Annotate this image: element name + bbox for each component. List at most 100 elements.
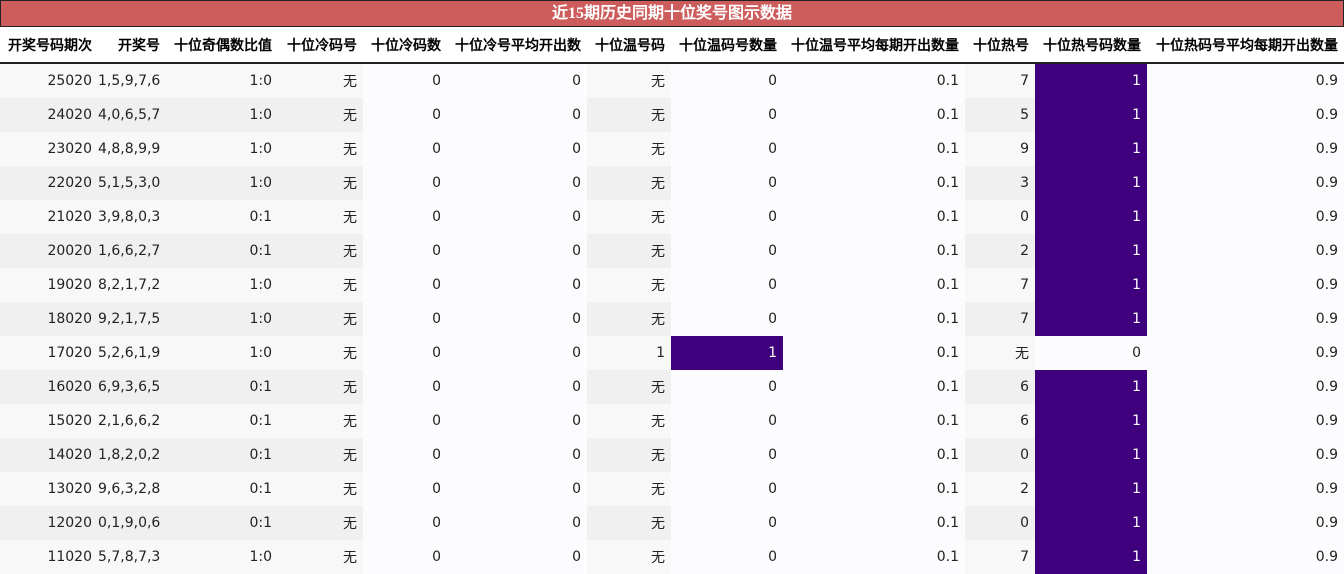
cell-warm-avg: 0.1 <box>783 336 965 370</box>
column-header-hot-avg[interactable]: 十位热码号平均每期开出数量 <box>1147 27 1344 64</box>
cell-warm-avg: 0.1 <box>783 506 965 540</box>
cell-odd-even-ratio: 0:1 <box>166 234 278 268</box>
cell-draw-number: 1,5,9,7,6 <box>98 63 166 98</box>
cell-cold-count: 0 <box>363 438 447 472</box>
cell-period: 17020 <box>0 336 98 370</box>
cell-hot-avg: 0.9 <box>1147 506 1344 540</box>
cell-period: 13020 <box>0 472 98 506</box>
column-header-cold-count[interactable]: 十位冷码数 <box>363 27 447 64</box>
table-row: 23020 4,8,8,9,9 1:0 无 0 0 无 0 0.1 9 1 0.9 <box>0 132 1344 166</box>
cell-hot-code: 6 <box>965 404 1035 438</box>
table-row: 14020 1,8,2,0,2 0:1 无 0 0 无 0 0.1 0 1 0.9 <box>0 438 1344 472</box>
column-header-warm-avg[interactable]: 十位温号平均每期开出数量 <box>783 27 965 64</box>
cell-cold-code: 无 <box>278 438 363 472</box>
table-row: 24020 4,0,6,5,7 1:0 无 0 0 无 0 0.1 5 1 0.9 <box>0 98 1344 132</box>
cell-warm-avg: 0.1 <box>783 132 965 166</box>
cell-period: 16020 <box>0 370 98 404</box>
cell-hot-count: 1 <box>1035 132 1147 166</box>
cell-warm-count: 0 <box>671 472 783 506</box>
cell-cold-code: 无 <box>278 472 363 506</box>
cell-draw-number: 0,1,9,0,6 <box>98 506 166 540</box>
cell-draw-number: 5,7,8,7,3 <box>98 540 166 574</box>
cell-hot-avg: 0.9 <box>1147 438 1344 472</box>
table-row: 25020 1,5,9,7,6 1:0 无 0 0 无 0 0.1 7 1 0.9 <box>0 63 1344 98</box>
cell-warm-avg: 0.1 <box>783 540 965 574</box>
cell-hot-count: 1 <box>1035 98 1147 132</box>
cell-cold-avg: 0 <box>447 268 587 302</box>
cell-warm-avg: 0.1 <box>783 166 965 200</box>
table-row: 22020 5,1,5,3,0 1:0 无 0 0 无 0 0.1 3 1 0.9 <box>0 166 1344 200</box>
cell-cold-code: 无 <box>278 268 363 302</box>
cell-cold-avg: 0 <box>447 336 587 370</box>
cell-warm-code: 无 <box>587 234 671 268</box>
cell-cold-code: 无 <box>278 302 363 336</box>
cell-warm-code: 无 <box>587 506 671 540</box>
cell-cold-count: 0 <box>363 234 447 268</box>
cell-odd-even-ratio: 1:0 <box>166 336 278 370</box>
cell-hot-avg: 0.9 <box>1147 200 1344 234</box>
cell-hot-count: 1 <box>1035 234 1147 268</box>
column-header-hot-count[interactable]: 十位热号码数量 <box>1035 27 1147 64</box>
cell-draw-number: 4,8,8,9,9 <box>98 132 166 166</box>
column-header-cold-avg[interactable]: 十位冷号平均开出数 <box>447 27 587 64</box>
cell-cold-code: 无 <box>278 98 363 132</box>
cell-cold-code: 无 <box>278 200 363 234</box>
cell-hot-code: 7 <box>965 540 1035 574</box>
cell-cold-count: 0 <box>363 63 447 98</box>
cell-hot-code: 7 <box>965 268 1035 302</box>
cell-hot-count: 1 <box>1035 268 1147 302</box>
table-row: 16020 6,9,3,6,5 0:1 无 0 0 无 0 0.1 6 1 0.9 <box>0 370 1344 404</box>
cell-period: 24020 <box>0 98 98 132</box>
cell-odd-even-ratio: 0:1 <box>166 200 278 234</box>
cell-warm-avg: 0.1 <box>783 98 965 132</box>
cell-cold-avg: 0 <box>447 438 587 472</box>
column-header-cold-code[interactable]: 十位冷码号 <box>278 27 363 64</box>
cell-warm-count: 0 <box>671 302 783 336</box>
cell-hot-count: 1 <box>1035 506 1147 540</box>
cell-cold-avg: 0 <box>447 404 587 438</box>
cell-warm-code: 无 <box>587 268 671 302</box>
cell-warm-count: 0 <box>671 404 783 438</box>
cell-warm-count: 0 <box>671 234 783 268</box>
cell-cold-code: 无 <box>278 234 363 268</box>
column-header-odd-even-ratio[interactable]: 十位奇偶数比值 <box>166 27 278 64</box>
cell-cold-count: 0 <box>363 268 447 302</box>
cell-period: 22020 <box>0 166 98 200</box>
cell-cold-count: 0 <box>363 302 447 336</box>
cell-draw-number: 8,2,1,7,2 <box>98 268 166 302</box>
cell-hot-count: 1 <box>1035 540 1147 574</box>
cell-hot-count: 1 <box>1035 166 1147 200</box>
cell-period: 23020 <box>0 132 98 166</box>
cell-cold-avg: 0 <box>447 472 587 506</box>
cell-draw-number: 4,0,6,5,7 <box>98 98 166 132</box>
cell-cold-code: 无 <box>278 166 363 200</box>
cell-cold-avg: 0 <box>447 166 587 200</box>
cell-cold-code: 无 <box>278 506 363 540</box>
table-row: 13020 9,6,3,2,8 0:1 无 0 0 无 0 0.1 2 1 0.9 <box>0 472 1344 506</box>
column-header-period[interactable]: 开奖号码期次 <box>0 27 98 64</box>
cell-cold-count: 0 <box>363 370 447 404</box>
column-header-hot-code[interactable]: 十位热号 <box>965 27 1035 64</box>
cell-cold-code: 无 <box>278 336 363 370</box>
cell-hot-code: 0 <box>965 506 1035 540</box>
cell-hot-avg: 0.9 <box>1147 132 1344 166</box>
cell-warm-avg: 0.1 <box>783 438 965 472</box>
cell-warm-count: 0 <box>671 370 783 404</box>
column-header-warm-count[interactable]: 十位温码号数量 <box>671 27 783 64</box>
cell-draw-number: 9,2,1,7,5 <box>98 302 166 336</box>
cell-hot-avg: 0.9 <box>1147 336 1344 370</box>
cell-hot-avg: 0.9 <box>1147 234 1344 268</box>
cell-hot-avg: 0.9 <box>1147 268 1344 302</box>
cell-warm-code: 无 <box>587 166 671 200</box>
column-header-draw-number[interactable]: 开奖号 <box>98 27 166 64</box>
cell-cold-count: 0 <box>363 472 447 506</box>
column-header-warm-code[interactable]: 十位温号码 <box>587 27 671 64</box>
cell-draw-number: 9,6,3,2,8 <box>98 472 166 506</box>
cell-warm-count: 1 <box>671 336 783 370</box>
cell-warm-avg: 0.1 <box>783 370 965 404</box>
cell-hot-count: 1 <box>1035 63 1147 98</box>
cell-period: 25020 <box>0 63 98 98</box>
cell-hot-code: 7 <box>965 302 1035 336</box>
cell-draw-number: 2,1,6,6,2 <box>98 404 166 438</box>
cell-warm-count: 0 <box>671 540 783 574</box>
